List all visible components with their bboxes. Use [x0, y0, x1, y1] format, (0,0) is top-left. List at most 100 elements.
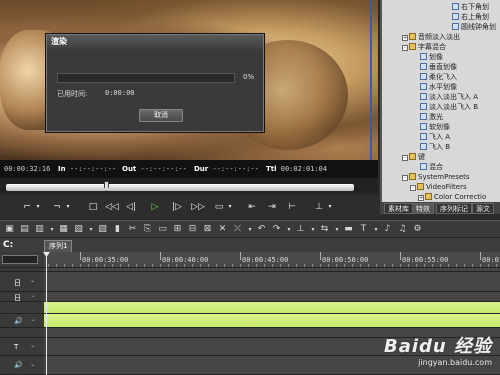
- expand-icon[interactable]: +: [418, 195, 424, 201]
- playhead-line[interactable]: [46, 252, 47, 375]
- import-icon[interactable]: ▦: [58, 224, 69, 235]
- scrubber-track[interactable]: [6, 184, 354, 191]
- audio-icon[interactable]: ♪: [382, 224, 393, 235]
- tree-item[interactable]: 右上角划: [452, 12, 489, 22]
- cancel-button[interactable]: 取消: [139, 109, 183, 122]
- step-forward-icon[interactable]: |▷: [170, 200, 184, 214]
- timeline-ruler[interactable]: 00:00:35:00 00:00:40:00 00:00:45:00 00:00:5…: [44, 252, 500, 268]
- cut-icon[interactable]: ✂: [127, 224, 138, 235]
- track-header[interactable]: [0, 302, 44, 314]
- tree-item[interactable]: 水平划像: [420, 82, 457, 92]
- add-clip-icon[interactable]: ⊞: [172, 224, 183, 235]
- open-icon[interactable]: ▤: [19, 224, 30, 235]
- track-header[interactable]: 日 ⌁: [0, 272, 44, 292]
- panel-tab[interactable]: 特效: [412, 203, 434, 214]
- dropdown-icon[interactable]: ▾: [88, 224, 94, 235]
- loop-icon[interactable]: ▭: [212, 200, 226, 214]
- razor-icon[interactable]: ✕: [217, 224, 228, 235]
- tree-item[interactable]: -键: [402, 152, 425, 162]
- track-header[interactable]: T ⌁: [0, 338, 44, 356]
- collapse-icon[interactable]: -: [402, 45, 408, 51]
- tree-item[interactable]: 淡入淡出飞入 A: [420, 92, 478, 102]
- tree-item[interactable]: 飞入 B: [420, 142, 450, 152]
- tree-item[interactable]: 右下角划: [452, 2, 489, 12]
- play-icon[interactable]: ▷: [148, 200, 162, 214]
- tree-item[interactable]: + 音频淡入淡出: [402, 32, 460, 42]
- undo-icon[interactable]: ↶: [256, 224, 267, 235]
- insert-icon[interactable]: ⇤: [244, 200, 260, 214]
- track-header[interactable]: [0, 328, 44, 338]
- settings-icon[interactable]: ⚙: [412, 224, 423, 235]
- tree-item[interactable]: - 字幕混合: [402, 42, 446, 52]
- track-sync-icon[interactable]: ⌁: [31, 293, 41, 300]
- dropdown-icon[interactable]: ▾: [334, 224, 340, 235]
- dropdown-icon[interactable]: ▾: [286, 224, 292, 235]
- sync-icon[interactable]: ⇆: [319, 224, 330, 235]
- video-track-row[interactable]: [44, 272, 500, 292]
- tab-sequence[interactable]: 序列1: [44, 240, 73, 252]
- export-dropdown-icon[interactable]: ▾: [326, 200, 334, 214]
- collapse-icon[interactable]: -: [410, 185, 416, 191]
- tree-item[interactable]: 软划像: [420, 122, 450, 132]
- tree-item[interactable]: 垂直划像: [420, 62, 457, 72]
- link-icon[interactable]: ⊟: [187, 224, 198, 235]
- panel-tab[interactable]: 素材库: [384, 203, 413, 214]
- track-type-icon[interactable]: 🔊: [14, 317, 23, 325]
- track-sync-icon[interactable]: ⌁: [31, 362, 41, 369]
- replace-icon[interactable]: ⊢: [284, 200, 300, 214]
- panel-tab[interactable]: 序列标记: [436, 203, 472, 214]
- track-sync-icon[interactable]: ⌁: [31, 343, 41, 350]
- tree-item[interactable]: 激光: [420, 112, 443, 122]
- export-icon[interactable]: ▧: [73, 224, 84, 235]
- expand-icon[interactable]: +: [402, 35, 408, 41]
- tree-item[interactable]: - VideoFilters: [410, 182, 467, 192]
- zoom-icon[interactable]: ▬: [343, 224, 354, 235]
- collapse-icon[interactable]: -: [402, 175, 408, 181]
- track-type-icon[interactable]: T: [14, 343, 18, 351]
- tree-item[interactable]: 圆线钟角划: [452, 22, 496, 32]
- title-icon[interactable]: T: [358, 224, 369, 235]
- save-icon[interactable]: ▥: [34, 224, 45, 235]
- track-type-icon[interactable]: 日: [14, 278, 21, 288]
- tree-item[interactable]: 混合: [420, 162, 443, 172]
- loop-dropdown-icon[interactable]: ▾: [226, 200, 234, 214]
- track-header[interactable]: 🔊 ⌁: [0, 314, 44, 328]
- set-in-icon[interactable]: ⌐: [20, 200, 34, 214]
- rewind-icon[interactable]: ◁◁: [104, 200, 120, 214]
- track-header[interactable]: 🔊 ⌁: [0, 356, 44, 375]
- fast-forward-icon[interactable]: ▷▷: [190, 200, 206, 214]
- group-icon[interactable]: ⊠: [202, 224, 213, 235]
- track-sync-icon[interactable]: ⌁: [31, 317, 41, 324]
- tree-item[interactable]: - SystemPresets: [402, 172, 470, 182]
- ripple-delete-icon[interactable]: ⤫: [232, 224, 243, 235]
- track-mode-selector[interactable]: [2, 255, 38, 264]
- track-sync-icon[interactable]: ⌁: [31, 278, 41, 285]
- stop-icon[interactable]: □: [86, 200, 100, 214]
- audio-track-row[interactable]: [44, 314, 500, 328]
- overwrite-icon[interactable]: ⇥: [264, 200, 280, 214]
- track-type-icon[interactable]: 日: [14, 293, 21, 303]
- dropdown-icon[interactable]: ▾: [247, 224, 253, 235]
- step-back-icon[interactable]: ◁|: [124, 200, 138, 214]
- marker-icon[interactable]: ⊥: [295, 224, 306, 235]
- track-header[interactable]: 日 ⌁: [0, 292, 44, 302]
- panel-tab[interactable]: 源文: [472, 203, 494, 214]
- collapse-icon[interactable]: -: [402, 155, 408, 161]
- audio-track-row[interactable]: [44, 302, 500, 314]
- tree-item[interactable]: 飞入 A: [420, 132, 450, 142]
- video-track-row[interactable]: [44, 292, 500, 302]
- tree-item[interactable]: 柔化飞入: [420, 72, 457, 82]
- copy-icon[interactable]: ⎘: [142, 224, 153, 235]
- tree-item[interactable]: + Color Correctio: [418, 192, 486, 202]
- delete-icon[interactable]: ▮: [112, 224, 123, 235]
- set-out-icon[interactable]: ¬: [50, 200, 64, 214]
- dropdown-icon[interactable]: ▾: [373, 224, 379, 235]
- mixer-icon[interactable]: ♫: [397, 224, 408, 235]
- paste-icon[interactable]: ▨: [97, 224, 108, 235]
- new-sequence-icon[interactable]: ▣: [4, 224, 15, 235]
- tree-item[interactable]: 划像: [420, 52, 443, 62]
- set-in-dropdown-icon[interactable]: ▾: [34, 200, 42, 214]
- dropdown-icon[interactable]: ▾: [49, 224, 55, 235]
- dropdown-icon[interactable]: ▾: [310, 224, 316, 235]
- export-icon[interactable]: ⊥: [312, 200, 326, 214]
